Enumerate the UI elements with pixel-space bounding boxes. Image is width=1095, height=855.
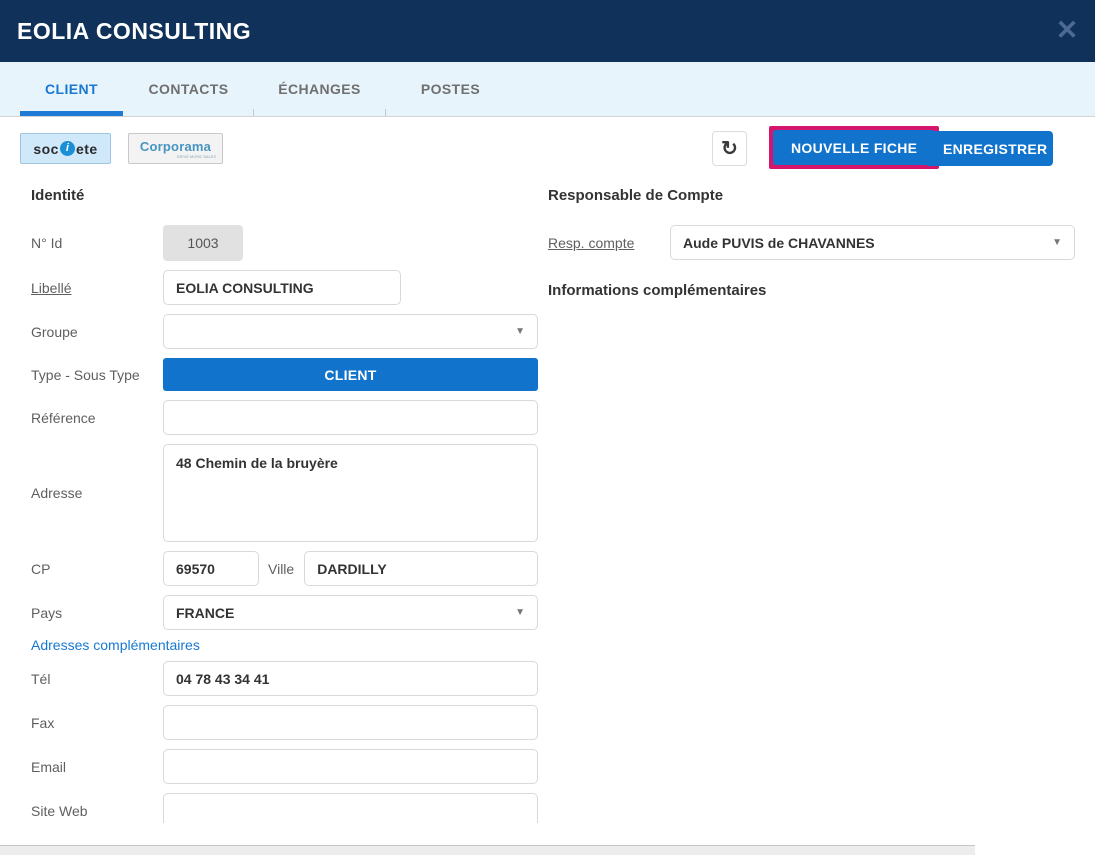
tab-postes[interactable]: POSTES (385, 62, 516, 116)
ville-field[interactable] (304, 551, 538, 586)
libelle-field[interactable] (163, 270, 401, 305)
adresse-field[interactable]: 48 Chemin de la bruyère (163, 444, 538, 542)
tab-separator (253, 109, 254, 116)
cp-field[interactable] (163, 551, 259, 586)
informations-heading: Informations complémentaires (548, 282, 1075, 299)
pays-label: Pays (31, 605, 163, 621)
chevron-down-icon: ▼ (515, 326, 525, 337)
adresse-label: Adresse (31, 485, 163, 501)
libelle-label[interactable]: Libellé (31, 280, 163, 296)
type-row: Type - Sous Type CLIENT (31, 358, 538, 391)
resp-compte-row: Resp. compte Aude PUVIS de CHAVANNES ▼ (548, 225, 1075, 260)
societe-i-icon: i (60, 141, 75, 156)
site-web-row: Site Web (31, 793, 538, 823)
fax-row: Fax (31, 705, 538, 740)
pays-value: FRANCE (176, 605, 507, 621)
resp-compte-select[interactable]: Aude PUVIS de CHAVANNES ▼ (670, 225, 1075, 260)
tel-row: Tél (31, 661, 538, 696)
tab-bar: CLIENT CONTACTS ÉCHANGES POSTES (0, 62, 1095, 117)
tab-separator (385, 109, 386, 116)
tel-field[interactable] (163, 661, 538, 696)
cp-label: CP (31, 561, 163, 577)
responsable-section: Responsable de Compte Resp. compte Aude … (548, 180, 1075, 320)
fax-field[interactable] (163, 705, 538, 740)
libelle-row: Libellé (31, 270, 538, 305)
annotation-highlight-box: NOUVELLE FICHE (769, 126, 939, 169)
responsable-heading: Responsable de Compte (548, 187, 1075, 204)
tab-contacts[interactable]: CONTACTS (123, 62, 254, 116)
reference-label: Référence (31, 410, 163, 426)
tel-label: Tél (31, 671, 163, 687)
modal-header: EOLIA CONSULTING ✕ (0, 0, 1095, 62)
corporama-logo-text: Corporama (140, 139, 211, 154)
reference-row: Référence (31, 400, 538, 435)
nouvelle-fiche-button[interactable]: NOUVELLE FICHE (773, 130, 935, 165)
close-icon[interactable]: ✕ (1049, 12, 1085, 48)
societe-logo-button[interactable]: societe (20, 133, 111, 164)
id-row: N° Id 1003 (31, 225, 538, 261)
email-row: Email (31, 749, 538, 784)
identity-section: Identité N° Id 1003 Libellé Groupe ▼ Typ… (31, 180, 538, 823)
resp-compte-label[interactable]: Resp. compte (548, 235, 670, 251)
corporama-tagline: DRIVE MORE SALES (177, 154, 216, 159)
tab-client[interactable]: CLIENT (20, 62, 123, 116)
id-label: N° Id (31, 235, 163, 251)
pays-row: Pays FRANCE ▼ (31, 595, 538, 630)
societe-logo-text: ete (76, 141, 98, 157)
adresses-complementaires-link[interactable]: Adresses complémentaires (31, 637, 200, 653)
corporama-logo-button[interactable]: Corporama DRIVE MORE SALES (128, 133, 223, 164)
page-title: EOLIA CONSULTING (17, 18, 251, 45)
groupe-label: Groupe (31, 324, 163, 340)
groupe-row: Groupe ▼ (31, 314, 538, 349)
email-label: Email (31, 759, 163, 775)
fax-label: Fax (31, 715, 163, 731)
site-web-label: Site Web (31, 803, 163, 819)
email-field[interactable] (163, 749, 538, 784)
type-client-button[interactable]: CLIENT (163, 358, 538, 391)
ville-label: Ville (268, 561, 294, 577)
tab-echanges[interactable]: ÉCHANGES (254, 62, 385, 116)
enregistrer-button[interactable]: ENREGISTRER (925, 131, 1053, 166)
societe-logo-text: soc (33, 141, 59, 157)
identity-heading: Identité (31, 187, 538, 204)
adresse-row: Adresse 48 Chemin de la bruyère (31, 444, 538, 542)
horizontal-scrollbar[interactable] (0, 845, 975, 855)
id-value: 1003 (163, 225, 243, 261)
cp-ville-row: CP Ville (31, 551, 538, 586)
site-web-field[interactable] (163, 793, 538, 823)
refresh-icon[interactable]: ↻ (712, 131, 747, 166)
pays-select[interactable]: FRANCE ▼ (163, 595, 538, 630)
chevron-down-icon: ▼ (1052, 237, 1062, 248)
type-label: Type - Sous Type (31, 367, 163, 383)
resp-compte-value: Aude PUVIS de CHAVANNES (683, 235, 1044, 251)
reference-field[interactable] (163, 400, 538, 435)
groupe-select[interactable]: ▼ (163, 314, 538, 349)
active-tab-indicator (20, 111, 123, 116)
chevron-down-icon: ▼ (515, 607, 525, 618)
